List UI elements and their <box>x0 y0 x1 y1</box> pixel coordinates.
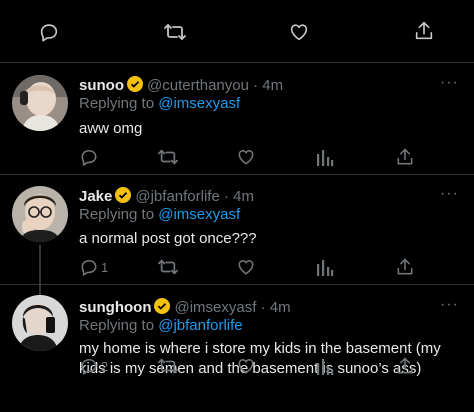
replying-to: Replying to @jbfanforlife <box>79 317 243 334</box>
replying-to: Replying to @imsexyasf <box>79 95 240 112</box>
like-icon[interactable] <box>236 147 256 167</box>
retweet-icon[interactable] <box>157 147 179 167</box>
separator-dot: · <box>260 299 266 316</box>
thread-line <box>39 245 41 284</box>
reply-icon[interactable] <box>38 21 60 43</box>
share-icon[interactable] <box>395 146 415 168</box>
analytics-icon[interactable] <box>316 147 334 167</box>
separator-dot: · <box>253 77 259 94</box>
retweet-icon[interactable] <box>163 21 187 43</box>
tweet-jake[interactable]: Jake @jbfanforlife · 4m ··· Replying to @… <box>0 175 474 284</box>
timestamp[interactable]: 4m <box>270 299 291 316</box>
display-name[interactable]: Jake <box>79 188 112 205</box>
mention-link[interactable]: @imsexyasf <box>158 95 240 112</box>
handle[interactable]: @cuterthanyou <box>147 77 249 94</box>
replying-to: Replying to @imsexyasf <box>79 206 240 223</box>
share-icon[interactable] <box>395 256 415 278</box>
like-icon[interactable] <box>288 21 310 43</box>
more-options-button[interactable]: ··· <box>440 296 459 314</box>
share-icon[interactable] <box>395 355 415 377</box>
replying-to-label: Replying to <box>79 317 155 334</box>
reply-count: 2 <box>101 359 109 374</box>
reply-icon[interactable] <box>79 257 99 277</box>
tweet-text: aww omg <box>79 120 143 137</box>
retweet-icon[interactable] <box>157 356 179 376</box>
timestamp[interactable]: 4m <box>233 188 254 205</box>
tweet-sunoo[interactable]: sunoo @cuterthanyou · 4m ··· Replying to … <box>0 63 474 174</box>
verified-badge-icon <box>115 187 132 207</box>
reply-icon[interactable] <box>79 356 99 376</box>
verified-badge-icon <box>154 298 171 318</box>
tweet-text: a normal post got once??? <box>79 230 257 247</box>
more-options-button[interactable]: ··· <box>440 185 459 203</box>
analytics-icon[interactable] <box>316 257 334 277</box>
verified-badge-icon <box>127 76 143 96</box>
avatar[interactable] <box>12 75 68 131</box>
tweet-header: Jake @jbfanforlife · 4m <box>79 187 254 207</box>
tweet-header: sunghoon @imsexyasf · 4m <box>79 298 291 318</box>
replying-to-label: Replying to <box>79 206 155 223</box>
analytics-icon[interactable] <box>316 356 334 376</box>
handle[interactable]: @jbfanforlife <box>135 188 219 205</box>
more-options-button[interactable]: ··· <box>440 74 459 92</box>
tweet-header: sunoo @cuterthanyou · 4m <box>79 76 283 96</box>
reply-icon[interactable] <box>79 147 99 167</box>
display-name[interactable]: sunoo <box>79 77 124 94</box>
previous-tweet-actions <box>0 0 474 62</box>
thread-line <box>39 285 41 295</box>
display-name[interactable]: sunghoon <box>79 299 151 316</box>
retweet-icon[interactable] <box>157 257 179 277</box>
separator-dot: · <box>223 188 229 205</box>
tweet-sunghoon[interactable]: sunghoon @imsexyasf · 4m ··· Replying to … <box>0 285 474 412</box>
like-icon[interactable] <box>236 356 256 376</box>
replying-to-label: Replying to <box>79 95 155 112</box>
mention-link[interactable]: @imsexyasf <box>158 206 240 223</box>
avatar[interactable] <box>12 295 68 351</box>
avatar[interactable] <box>12 186 68 242</box>
share-icon[interactable] <box>413 19 435 43</box>
handle[interactable]: @imsexyasf <box>174 299 256 316</box>
timestamp[interactable]: 4m <box>262 77 283 94</box>
mention-link[interactable]: @jbfanforlife <box>158 317 242 334</box>
like-icon[interactable] <box>236 257 256 277</box>
reply-count: 1 <box>101 260 109 275</box>
